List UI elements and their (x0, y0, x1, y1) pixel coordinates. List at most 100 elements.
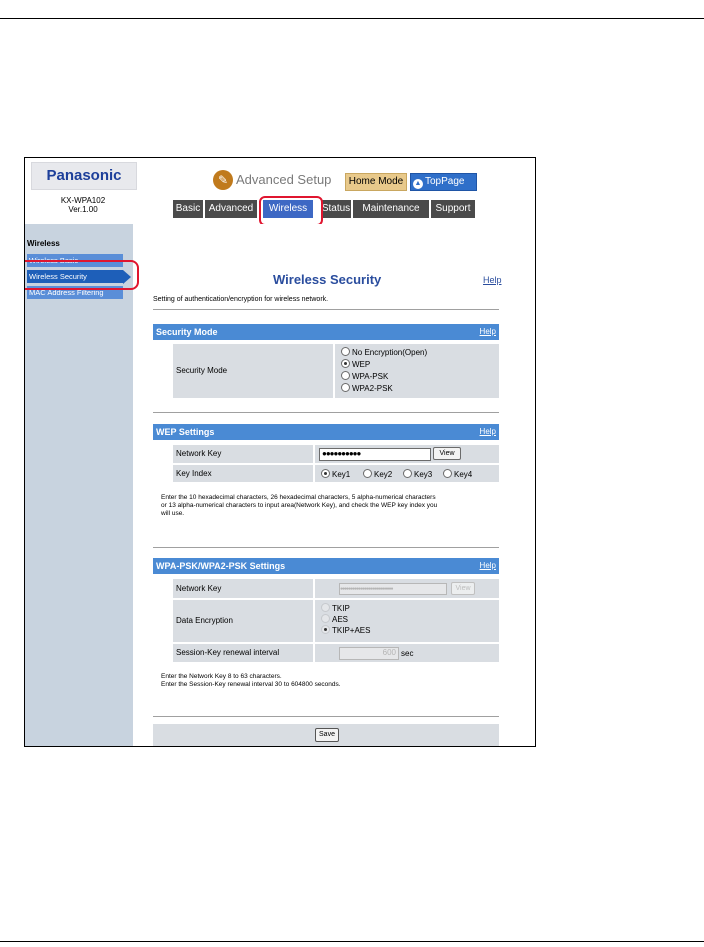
security-mode-label-cell: Security Mode (173, 344, 333, 398)
help-link[interactable]: Help (483, 275, 502, 285)
option-label: Key4 (454, 470, 473, 479)
radio-icon (363, 469, 372, 478)
divider (153, 547, 499, 548)
radio-icon (443, 469, 452, 478)
wpa-note-line1: Enter the Network Key 8 to 63 characters… (161, 673, 282, 680)
radio-key1[interactable]: Key1 (321, 469, 350, 479)
tab-advanced[interactable]: Advanced (205, 200, 257, 218)
option-label: TKIP (332, 604, 350, 613)
option-label: TKIP+AES (332, 626, 371, 635)
wep-help-link[interactable]: Help (480, 424, 496, 440)
option-label: Key3 (414, 470, 433, 479)
data-encryption-options: TKIP AES TKIP+AES (315, 600, 499, 642)
wep-note-line1: Enter the 10 hexadecimal characters, 26 … (161, 494, 436, 501)
radio-tkip-aes[interactable]: TKIP+AES (321, 625, 370, 636)
up-arrow-icon: ▲ (413, 179, 423, 189)
radio-selected-icon (341, 359, 350, 368)
security-mode-header: Security Mode Help (153, 324, 499, 340)
radio-key4[interactable]: Key4 (443, 469, 472, 479)
browser-screenshot: Panasonic KX-WPA102 Ver.1.00 ✎ Advanced … (24, 157, 536, 747)
radio-icon (403, 469, 412, 478)
tab-status[interactable]: Status (321, 200, 351, 218)
radio-icon (341, 383, 350, 392)
wep-note-line3: will use. (161, 510, 185, 517)
radio-key2[interactable]: Key2 (363, 469, 392, 479)
radio-icon (341, 371, 350, 380)
tab-support[interactable]: Support (431, 200, 475, 218)
security-mode-options: No Encryption(Open) WEP WPA-PSK WPA2-PSK (335, 344, 499, 398)
data-encryption-label: Data Encryption (176, 616, 233, 625)
radio-wep[interactable]: WEP (341, 359, 370, 370)
radio-icon (341, 347, 350, 356)
wep-settings-header: WEP Settings Help (153, 424, 499, 440)
radio-icon (321, 614, 330, 623)
key-index-options: Key1 Key2 Key3 Key4 (315, 465, 499, 482)
tab-basic[interactable]: Basic (173, 200, 203, 218)
option-label: No Encryption(Open) (352, 348, 428, 357)
save-button[interactable]: Save (315, 728, 339, 742)
advanced-setup-title: Advanced Setup (236, 172, 332, 187)
main-content: Wireless Security Help Setting of authen… (133, 224, 535, 746)
sidebar-title: Wireless (27, 239, 60, 248)
model-name: KX-WPA102 (60, 196, 106, 205)
section-title: Security Mode (156, 327, 218, 337)
wep-note-line2: or 13 alpha-numerical characters to inpu… (161, 502, 438, 509)
save-bar: Save (153, 724, 499, 746)
top-rule (0, 18, 704, 19)
wpa-view-button[interactable]: View (451, 582, 475, 595)
option-label: Key2 (374, 470, 393, 479)
wpa-note: Enter the Network Key 8 to 63 characters… (161, 673, 499, 689)
divider (153, 309, 499, 310)
radio-wpa2-psk[interactable]: WPA2-PSK (341, 383, 393, 394)
page-description: Setting of authentication/encryption for… (153, 296, 329, 303)
radio-selected-icon (321, 469, 330, 478)
session-interval-label-cell: Session-Key renewal interval (173, 644, 313, 662)
section-title: WPA-PSK/WPA2-PSK Settings (156, 561, 286, 571)
section-title: WEP Settings (156, 427, 215, 437)
sidebar: Wireless Wireless Basic Wireless Securit… (25, 224, 133, 746)
key-index-label-cell: Key Index (173, 465, 313, 482)
toppage-label: TopPage (425, 176, 465, 187)
page-title: Wireless Security (273, 272, 382, 287)
session-unit: sec (401, 649, 414, 658)
wep-network-key-input[interactable]: ●●●●●●●●●● (319, 448, 431, 461)
option-label: WPA-PSK (352, 372, 389, 381)
radio-key3[interactable]: Key3 (403, 469, 432, 479)
wpa-help-link[interactable]: Help (480, 558, 496, 574)
security-mode-label: Security Mode (176, 366, 228, 375)
wpa-settings-header: WPA-PSK/WPA2-PSK Settings Help (153, 558, 499, 574)
wep-network-key-cell: ●●●●●●●●●● View (315, 445, 499, 463)
option-label: AES (332, 615, 349, 624)
radio-icon (321, 603, 330, 612)
radio-aes[interactable]: AES (321, 614, 348, 625)
tab-maintenance[interactable]: Maintenance (353, 200, 429, 218)
wep-view-button[interactable]: View (433, 447, 461, 460)
wpa-network-key-label: Network Key (176, 584, 222, 593)
radio-selected-icon (321, 625, 330, 634)
option-label: WPA2-PSK (352, 384, 393, 393)
security-mode-help-link[interactable]: Help (480, 324, 496, 340)
option-label: WEP (352, 360, 371, 369)
wep-network-key-label: Network Key (176, 449, 222, 458)
firmware-version: Ver.1.00 (68, 205, 98, 214)
wpa-network-key-input[interactable]: ●●●●●●●●●●●●●●●●●●●●●●●●●● (339, 583, 447, 595)
brand-logo: Panasonic (31, 162, 137, 190)
wireless-tab-highlight (259, 196, 323, 226)
radio-tkip[interactable]: TKIP (321, 603, 350, 614)
wep-network-key-label-cell: Network Key (173, 445, 313, 463)
data-encryption-label-cell: Data Encryption (173, 600, 313, 642)
wrench-icon: ✎ (213, 170, 233, 190)
radio-wpa-psk[interactable]: WPA-PSK (341, 371, 388, 382)
option-label: Key1 (332, 470, 351, 479)
home-mode-button[interactable]: Home Mode (345, 173, 407, 191)
radio-no-encryption[interactable]: No Encryption(Open) (341, 347, 427, 358)
wireless-security-highlight (25, 260, 139, 290)
session-interval-cell: 600 sec (315, 644, 499, 662)
session-interval-input[interactable]: 600 (339, 647, 399, 660)
wpa-note-line2: Enter the Session-Key renewal interval 3… (161, 681, 341, 688)
toppage-button[interactable]: ▲ TopPage (410, 173, 477, 191)
wep-note: Enter the 10 hexadecimal characters, 26 … (161, 494, 499, 518)
key-index-label: Key Index (176, 469, 212, 478)
wpa-network-key-cell: ●●●●●●●●●●●●●●●●●●●●●●●●●● View (315, 579, 499, 598)
bottom-rule (0, 941, 704, 942)
